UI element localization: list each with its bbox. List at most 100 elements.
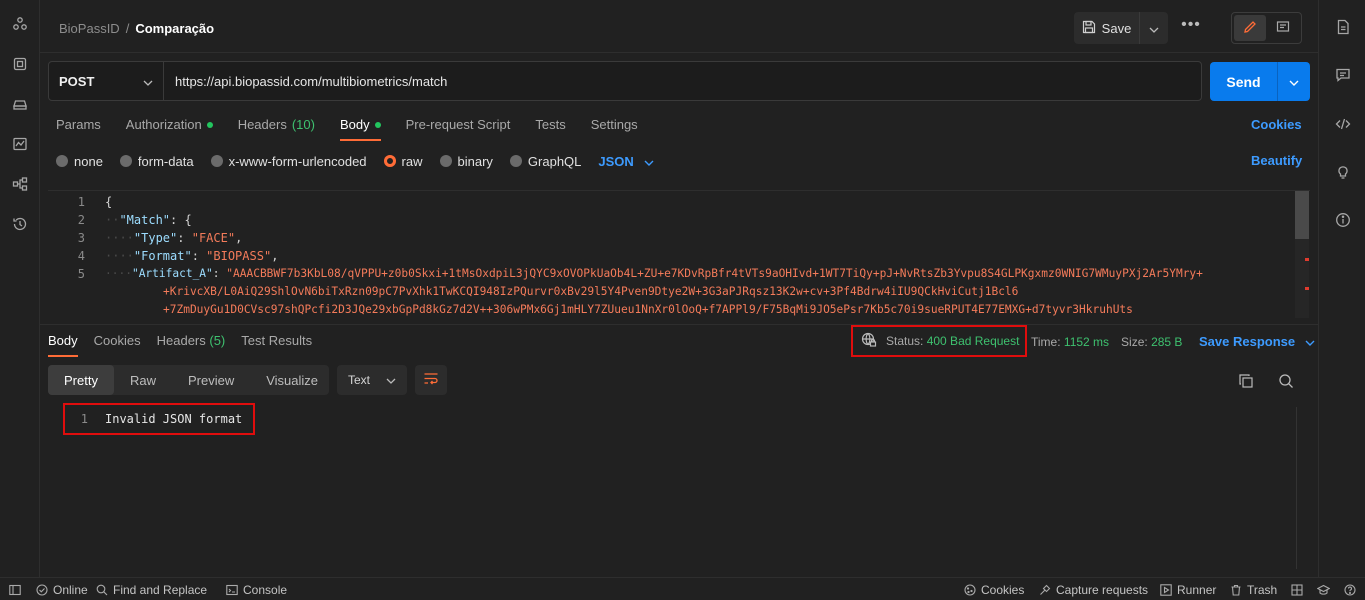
mock-servers-icon[interactable] [11, 95, 29, 113]
editor-scrollbar[interactable] [1295, 191, 1309, 318]
search-icon[interactable] [1277, 372, 1295, 390]
response-metrics: Time: 1152 ms Size: 285 B [1031, 335, 1182, 349]
capture-requests-button[interactable]: Capture requests [1038, 583, 1148, 597]
history-icon[interactable] [11, 215, 29, 233]
wrap-lines-button[interactable] [415, 365, 447, 395]
body-type-raw[interactable]: raw [383, 154, 423, 169]
url-input[interactable] [164, 62, 1201, 100]
radio-button[interactable] [210, 155, 223, 167]
breadcrumb-separator: / [125, 21, 130, 36]
body-type-graphql[interactable]: GraphQL [509, 154, 581, 169]
send-button[interactable]: Send [1210, 62, 1278, 101]
view-preview[interactable]: Preview [172, 365, 250, 395]
radio-button-selected[interactable] [383, 155, 396, 167]
response-body-highlight: 1 Invalid JSON format [63, 403, 255, 435]
left-sidebar [0, 0, 40, 577]
collections-icon[interactable] [11, 15, 29, 33]
line-number [48, 301, 96, 318]
tab-tests[interactable]: Tests [535, 117, 565, 141]
body-type-binary[interactable]: binary [439, 154, 493, 169]
globe-icon[interactable] [861, 332, 877, 351]
edit-mode-button[interactable] [1234, 15, 1266, 41]
scrollbar-thumb[interactable] [1295, 191, 1309, 239]
lightbulb-icon[interactable] [1334, 163, 1352, 181]
size-value: 285 B [1151, 335, 1183, 349]
response-tab-cookies[interactable]: Cookies [94, 333, 141, 357]
tab-settings[interactable]: Settings [591, 117, 638, 141]
tab-label: Pre-request Script [405, 117, 511, 132]
radio-button[interactable] [439, 155, 452, 167]
tab-pre-request-script[interactable]: Pre-request Script [406, 117, 511, 141]
layout-button[interactable] [1290, 583, 1303, 597]
console-button[interactable]: Console [225, 583, 287, 597]
trash-icon [1229, 584, 1242, 597]
body-format-select[interactable]: JSON [598, 154, 654, 169]
footer-cookies-button[interactable]: Cookies [963, 583, 1024, 597]
pencil-icon [1243, 20, 1257, 37]
find-replace-button[interactable]: Find and Replace [95, 583, 207, 597]
json-key: "Type" [133, 231, 178, 245]
tab-label: Params [56, 117, 101, 132]
response-format-select[interactable]: Text [337, 365, 407, 395]
chevron-down-icon [644, 154, 654, 169]
runner-button[interactable]: Runner [1159, 583, 1216, 597]
code-lines: { ··"Match": { ····"Type": "FACE", ····"… [105, 193, 1295, 318]
radio-button[interactable] [509, 155, 522, 167]
view-pretty[interactable]: Pretty [48, 365, 114, 395]
monitors-icon[interactable] [11, 135, 29, 153]
search-icon [95, 584, 108, 597]
indent-guide: ·· [105, 213, 120, 227]
response-tab-test-results[interactable]: Test Results [241, 333, 312, 357]
body-type-form-data[interactable]: form-data [119, 154, 194, 169]
sidebar-toggle-icon [8, 584, 21, 597]
request-body-editor[interactable]: 1 2 3 4 5 { ··"Match": { ····"Type": "FA… [48, 190, 1310, 318]
cookies-link[interactable]: Cookies [1251, 117, 1302, 132]
radio-button[interactable] [119, 155, 132, 167]
learning-center-button[interactable] [1317, 583, 1330, 597]
copy-icon[interactable] [1237, 372, 1255, 390]
status-value[interactable]: 400 Bad Request [927, 334, 1020, 348]
save-response-label: Save Response [1199, 334, 1296, 349]
save-button[interactable]: Save [1074, 12, 1140, 44]
environments-icon[interactable] [11, 55, 29, 73]
more-options-icon[interactable]: ••• [1181, 16, 1201, 38]
send-options-button[interactable] [1278, 62, 1310, 101]
panel-divider[interactable] [40, 324, 1318, 325]
view-visualize[interactable]: Visualize [250, 365, 334, 395]
time-label: Time: [1031, 335, 1061, 349]
json-string: "BIOPASS" [206, 249, 272, 263]
save-options-button[interactable] [1140, 12, 1168, 44]
tab-params[interactable]: Params [56, 117, 101, 141]
tab-headers[interactable]: Headers (10) [238, 117, 315, 141]
view-raw[interactable]: Raw [114, 365, 172, 395]
documentation-icon[interactable] [1334, 18, 1352, 36]
request-name[interactable]: Comparação [135, 21, 214, 36]
body-type-none[interactable]: none [56, 154, 103, 169]
response-tab-headers[interactable]: Headers (5) [157, 333, 226, 357]
body-type-urlencoded[interactable]: x-www-form-urlencoded [210, 154, 367, 169]
json-key: "Artifact_A" [131, 267, 213, 280]
size-metric[interactable]: Size: 285 B [1121, 335, 1182, 349]
status-readout: Status: 400 Bad Request [886, 334, 1019, 348]
breadcrumb-collection[interactable]: BioPassID [59, 21, 120, 36]
tab-body[interactable]: Body [339, 117, 381, 141]
response-scrollbar[interactable] [1296, 407, 1310, 569]
comments-icon[interactable] [1334, 66, 1352, 84]
comment-mode-button[interactable] [1268, 15, 1300, 41]
response-tab-body[interactable]: Body [48, 333, 78, 357]
save-response-button[interactable]: Save Response [1199, 334, 1315, 349]
status-highlight: Status: 400 Bad Request [851, 325, 1027, 357]
beautify-button[interactable]: Beautify [1251, 153, 1302, 168]
flows-icon[interactable] [11, 175, 29, 193]
time-metric[interactable]: Time: 1152 ms [1031, 335, 1109, 349]
radio-button[interactable] [56, 155, 68, 167]
toggle-sidebar-button[interactable] [8, 583, 21, 597]
tab-authorization[interactable]: Authorization [126, 117, 213, 141]
graduation-cap-icon [1317, 584, 1330, 597]
online-status[interactable]: Online [35, 583, 88, 597]
help-button[interactable] [1343, 583, 1356, 597]
method-select[interactable]: POST [49, 62, 164, 100]
code-snippet-icon[interactable] [1334, 115, 1352, 133]
info-icon[interactable] [1334, 211, 1352, 229]
trash-button[interactable]: Trash [1229, 583, 1277, 597]
